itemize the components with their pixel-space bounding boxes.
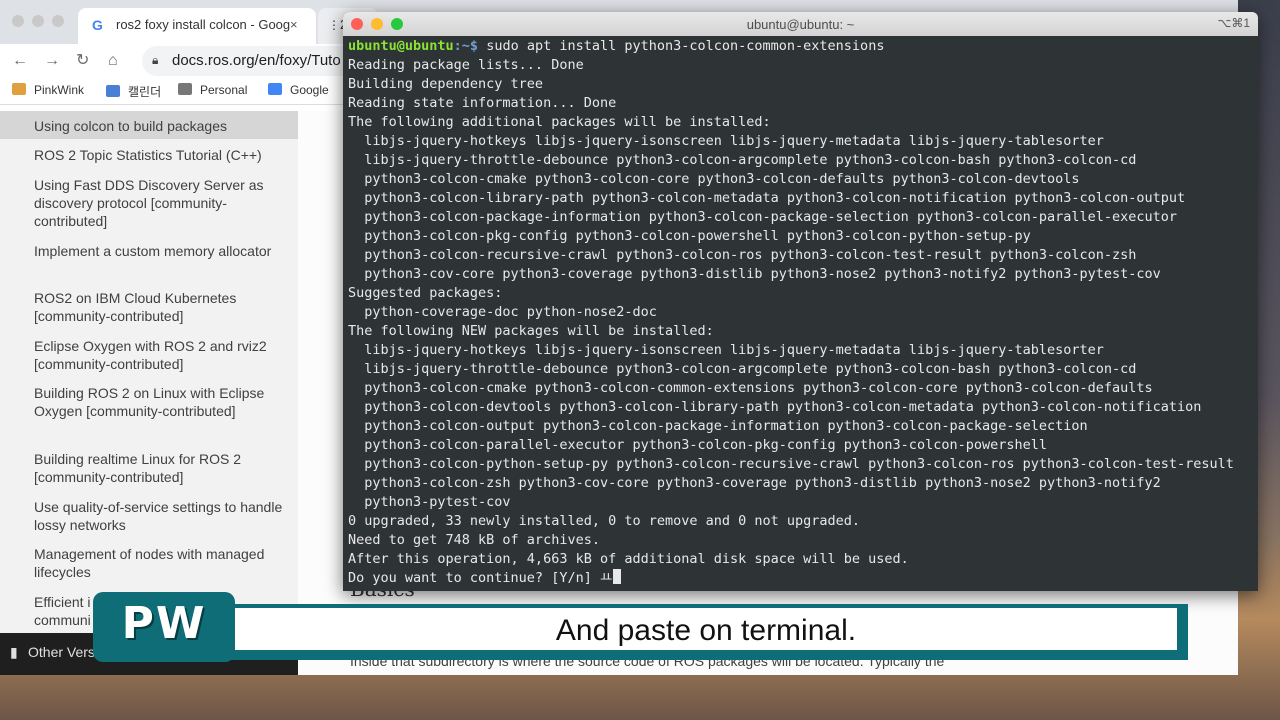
browser-tab-active[interactable]: G ros2 foxy install colcon - Goog ×: [78, 8, 316, 44]
sidebar-item-realtime-linux[interactable]: Building realtime Linux for ROS 2 [commu…: [34, 450, 284, 486]
prompt-path: :~$: [453, 38, 487, 54]
terminal-output-line: libjs-jquery-throttle-debounce python3-c…: [348, 152, 1137, 168]
continue-prompt: Do you want to continue? [Y/n] ㅛ: [348, 569, 1253, 588]
terminal-output-line: libjs-jquery-hotkeys libjs-jquery-isonsc…: [348, 342, 1104, 358]
continue-question: Do you want to continue? [Y/n]: [348, 570, 600, 586]
bookmark-calendar[interactable]: 캘린더: [106, 83, 161, 100]
typed-input: ㅛ: [599, 570, 613, 586]
terminal-output-line: python3-colcon-library-path python3-colc…: [348, 190, 1186, 206]
terminal-output-line: Building dependency tree: [348, 76, 544, 92]
sidebar-item-qos[interactable]: Use quality-of-service settings to handl…: [34, 498, 284, 534]
home-icon[interactable]: ⌂: [108, 52, 118, 70]
sidebar-item-memory-allocator[interactable]: Implement a custom memory allocator: [34, 242, 284, 260]
terminal-output-line: python3-colcon-zsh python3-cov-core pyth…: [348, 475, 1161, 491]
terminal-output-line: python3-colcon-cmake python3-colcon-core…: [348, 171, 1080, 187]
sidebar-item-building-linux-eclipse[interactable]: Building ROS 2 on Linux with Eclipse Oxy…: [34, 384, 284, 420]
sidebar-item-topic-statistics[interactable]: ROS 2 Topic Statistics Tutorial (C++): [34, 146, 284, 164]
terminal-window[interactable]: ubuntu@ubuntu: ~ ⌥⌘1 ubuntu@ubuntu:~$ su…: [343, 12, 1258, 591]
bookmark-pinkwink[interactable]: PinkWink: [12, 83, 84, 97]
terminal-output-line: Reading state information... Done: [348, 95, 617, 111]
terminal-output-line: libjs-jquery-hotkeys libjs-jquery-isonsc…: [348, 133, 1104, 149]
bookmark-label: PinkWink: [34, 83, 85, 97]
pw-logo-text: PW: [121, 598, 207, 649]
docs-sidebar: Using colcon to build packages ROS 2 Top…: [0, 111, 298, 675]
terminal-output-line: The following NEW packages will be insta…: [348, 323, 714, 339]
terminal-output-line: python3-colcon-output python3-colcon-pac…: [348, 418, 1088, 434]
sidebar-item-eclipse-oxygen[interactable]: Eclipse Oxygen with ROS 2 and rviz2 [com…: [34, 337, 284, 373]
other-versions-label: Other Vers: [28, 644, 95, 660]
terminal-output-line: python3-colcon-cmake python3-colcon-comm…: [348, 380, 1153, 396]
video-caption: And paste on terminal. PW: [93, 592, 1188, 662]
google-icon: G: [92, 17, 103, 33]
command-text: sudo apt install python3-colcon-common-e…: [486, 38, 885, 54]
prompt-user: ubuntu@ubuntu: [348, 38, 454, 54]
terminal-output-line: python3-colcon-package-information pytho…: [348, 209, 1178, 225]
terminal-output-line: Suggested packages:: [348, 285, 503, 301]
caption-text: And paste on terminal.: [555, 614, 857, 647]
folder-icon: [178, 83, 192, 95]
bookmark-label: Personal: [200, 83, 248, 97]
terminal-output-line: python3-colcon-recursive-crawl python3-c…: [348, 247, 1137, 263]
bookmark-google[interactable]: Google: [268, 83, 329, 97]
terminal-output-line: python3-colcon-python-setup-py python3-c…: [348, 456, 1234, 472]
sidebar-item-using-colcon[interactable]: Using colcon to build packages: [34, 117, 284, 135]
terminal-output-line: python3-colcon-devtools python3-colcon-l…: [348, 399, 1202, 415]
terminal-output-line: The following additional packages will b…: [348, 114, 771, 130]
bookmark-icon: [12, 83, 26, 95]
caption-box: And paste on terminal.: [235, 608, 1177, 650]
command-line: ubuntu@ubuntu:~$ sudo apt install python…: [348, 37, 1253, 56]
browser-tab-label: ros2 foxy install colcon - Goog: [116, 17, 291, 32]
calendar-icon: [106, 85, 120, 97]
bookmark-label: 캘린더: [128, 85, 162, 99]
terminal-output-line: 0 upgraded, 33 newly installed, 0 to rem…: [348, 513, 861, 529]
sidebar-item-fast-dds[interactable]: Using Fast DDS Discovery Server as disco…: [34, 176, 284, 230]
terminal-output-line: python3-cov-core python3-coverage python…: [348, 266, 1161, 282]
terminal-output[interactable]: ubuntu@ubuntu:~$ sudo apt install python…: [348, 37, 1253, 588]
browser-close-dot[interactable]: [12, 15, 24, 27]
terminal-output-line: After this operation, 4,663 kB of additi…: [348, 551, 909, 567]
terminal-titlebar[interactable]: ubuntu@ubuntu: ~ ⌥⌘1: [343, 12, 1258, 36]
terminal-output-line: python-coverage-doc python-nose2-doc: [348, 304, 657, 320]
bookmark-personal[interactable]: Personal: [178, 83, 247, 97]
terminal-output-line: Reading package lists... Done: [348, 57, 584, 73]
terminal-shortcut: ⌥⌘1: [1217, 16, 1250, 30]
terminal-output-line: python3-colcon-pkg-config python3-colcon…: [348, 228, 1031, 244]
sidebar-item-managed-lifecycles[interactable]: Management of nodes with managed lifecyc…: [34, 545, 284, 581]
sidebar-item-ibm-cloud[interactable]: ROS2 on IBM Cloud Kubernetes [community-…: [34, 289, 284, 325]
browser-minimize-dot[interactable]: [32, 15, 44, 27]
terminal-output-line: python3-colcon-parallel-executor python3…: [348, 437, 1047, 453]
pw-logo: PW: [93, 592, 235, 662]
address-url: docs.ros.org/en/foxy/Tuto: [172, 52, 341, 69]
terminal-cursor: [613, 569, 622, 584]
terminal-title: ubuntu@ubuntu: ~: [746, 17, 855, 32]
bookmark-label: Google: [290, 83, 329, 97]
terminal-output-line: Need to get 748 kB of archives.: [348, 532, 600, 548]
terminal-output-line: libjs-jquery-throttle-debounce python3-c…: [348, 361, 1137, 377]
reload-icon[interactable]: ↻: [76, 52, 89, 70]
back-arrow-icon[interactable]: ←: [12, 52, 28, 70]
book-icon: ▮: [10, 644, 18, 660]
terminal-output-line: python3-pytest-cov: [348, 494, 511, 510]
browser-zoom-dot[interactable]: [52, 15, 64, 27]
tab-close-icon[interactable]: ×: [290, 8, 298, 42]
output-lines: Reading package lists... Done Building de…: [348, 56, 1253, 569]
lock-icon: 🔒︎: [152, 53, 159, 67]
google-icon: [268, 83, 282, 95]
forward-arrow-icon[interactable]: →: [44, 52, 60, 70]
